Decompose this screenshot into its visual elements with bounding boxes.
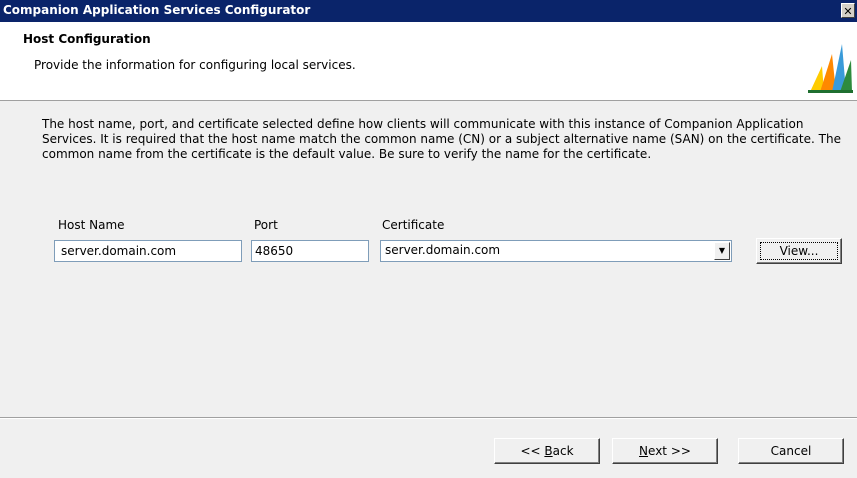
close-icon: ✕ (843, 5, 853, 18)
view-certificate-button[interactable]: View... (756, 238, 842, 264)
back-button-accel: B (544, 444, 553, 458)
page-subtitle: Provide the information for configuring … (34, 58, 356, 72)
next-button-accel: N (639, 444, 649, 458)
window-title: Companion Application Services Configura… (3, 3, 311, 17)
dynamics-logo-icon (808, 44, 853, 93)
title-bar: Companion Application Services Configura… (0, 0, 857, 22)
port-label: Port (254, 218, 278, 232)
host-name-input[interactable]: server.domain.com (54, 240, 242, 262)
next-button-rest: ext >> (648, 444, 691, 458)
page-title: Host Configuration (23, 32, 151, 46)
certificate-label: Certificate (382, 218, 445, 232)
back-button[interactable]: << Back (494, 438, 600, 464)
wizard-header: Host Configuration Provide the informati… (0, 22, 857, 101)
back-button-rest: ack (552, 444, 574, 458)
back-button-prefix: << (520, 444, 545, 458)
host-description: The host name, port, and certificate sel… (42, 117, 841, 161)
port-input[interactable]: 48650 (251, 240, 369, 262)
certificate-selected-value: server.domain.com (385, 243, 501, 257)
certificate-select[interactable]: server.domain.com ▼ (380, 240, 732, 262)
close-button[interactable]: ✕ (841, 3, 855, 18)
host-name-label: Host Name (58, 218, 125, 232)
configurator-window: Companion Application Services Configura… (0, 0, 857, 478)
combo-dropdown-button[interactable]: ▼ (714, 242, 730, 260)
next-button[interactable]: Next >> (612, 438, 718, 464)
focus-rect (760, 242, 838, 260)
footer-separator (0, 417, 857, 419)
cancel-button[interactable]: Cancel (738, 438, 844, 464)
chevron-down-icon: ▼ (718, 246, 726, 255)
